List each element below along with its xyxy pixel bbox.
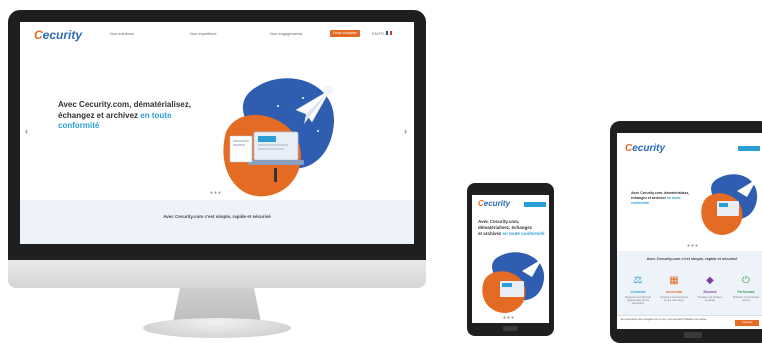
- monitor-stand-base: [143, 318, 291, 338]
- feature-text: Accédez à vos documents où que vous soye…: [660, 296, 688, 302]
- feature-conforme: ⚖ Conforme Respectez la conformité régle…: [623, 275, 653, 305]
- power-icon: ⏻: [742, 275, 750, 286]
- cookie-accept-button[interactable]: J'accepte: [735, 320, 759, 326]
- hero-highlight: en toute: [140, 110, 172, 120]
- feature-accessible: ▦ Accessible Accédez à vos documents où …: [659, 275, 689, 302]
- desktop-logo[interactable]: Cecurity: [34, 28, 82, 42]
- monitor-chin: [8, 260, 426, 288]
- hero-line-1: Avec Cecurity.com, dématérialisez,: [58, 100, 191, 109]
- phone-hero-heading: Avec Cecurity.com, dématérialisez, échan…: [478, 219, 546, 237]
- tablet-logo[interactable]: Cecurity: [625, 143, 665, 154]
- tablet-home-button[interactable]: [684, 332, 702, 338]
- carousel-prev-arrow[interactable]: ‹: [25, 126, 28, 136]
- tablet-carousel-dots[interactable]: ●●●: [687, 243, 699, 249]
- feature-text: Respectez la conformité réglementaire de…: [625, 296, 651, 305]
- desktop-screen: Cecurity Nos solutions Nos expertises No…: [20, 22, 414, 244]
- tablet-menu-button[interactable]: [738, 146, 760, 151]
- feature-text: Optimisez vos processus métiers: [732, 296, 760, 302]
- feature-label: Sécurisé: [703, 290, 717, 294]
- building-icon: ▦: [669, 275, 679, 286]
- feature-label: Conforme: [630, 290, 646, 294]
- contact-button[interactable]: Nous contacter: [330, 30, 360, 37]
- balance-icon: ⚖: [633, 275, 643, 286]
- nav-item-solutions[interactable]: Nos solutions: [110, 31, 134, 36]
- desktop-monitor: Cecurity Nos solutions Nos expertises No…: [8, 10, 426, 338]
- hero-illustration: [223, 78, 335, 197]
- language-switch[interactable]: EN/FR: [372, 31, 384, 36]
- carousel-dots[interactable]: ●●●: [210, 190, 222, 196]
- monitor-stand-neck: [173, 288, 261, 322]
- nav-item-expertises[interactable]: Nos expertises: [190, 31, 216, 36]
- phone-logo[interactable]: Cecurity: [478, 199, 510, 208]
- person-figure: [274, 168, 277, 182]
- feature-performant: ⏻ Performant Optimisez vos processus mét…: [731, 275, 761, 302]
- desktop-navbar: Cecurity Nos solutions Nos expertises No…: [20, 22, 414, 48]
- feature-text: Protégez vos données sensibles: [698, 296, 722, 302]
- feature-label: Accessible: [665, 290, 683, 294]
- nav-item-engagements[interactable]: Nos engagements: [270, 31, 302, 36]
- feature-securise: ◆ Sécurisé Protégez vos données sensible…: [695, 275, 725, 302]
- desktop-hero-heading: Avec Cecurity.com, dématérialisez, échan…: [58, 100, 208, 132]
- box-icon: ◆: [706, 275, 714, 286]
- document-card: [229, 135, 253, 163]
- logo-text: Cecurity: [478, 199, 511, 208]
- desktop-tagline-band: Avec Cecurity.com c'est simple, rapide e…: [20, 200, 414, 244]
- desktop-tagline: Avec Cecurity.com c'est simple, rapide e…: [163, 214, 271, 219]
- phone-hero-illustration: [482, 252, 545, 313]
- rocket-icon: [323, 85, 333, 95]
- phone-carousel-dots[interactable]: ●●●: [503, 315, 515, 321]
- cookie-banner: En poursuivant votre navigation sur ce s…: [617, 315, 762, 329]
- tablet-device: Cecurity Avec Cecurity.com, dématérialis…: [610, 121, 762, 343]
- phone-menu-button[interactable]: [524, 202, 546, 207]
- logo-text: Cecurity: [625, 143, 666, 154]
- phone-hero-line-3: et archivez: [478, 231, 502, 236]
- phone-hero-highlight: en toute conformité: [502, 231, 545, 236]
- hero-highlight-2: conformité: [58, 121, 100, 130]
- phone-device: Cecurity Avec Cecurity.com, dématérialis…: [467, 183, 554, 336]
- tablet-hero-illustration: [701, 174, 758, 235]
- phone-screen: Cecurity Avec Cecurity.com, dématérialis…: [472, 195, 549, 323]
- cookie-text: En poursuivant votre navigation sur ce s…: [621, 318, 708, 321]
- phone-home-button[interactable]: [503, 326, 518, 331]
- tablet-hero-line-2: échangez et archivez: [631, 196, 667, 200]
- tablet-tagline: Avec Cecurity.com c'est simple, rapide e…: [646, 257, 738, 261]
- tablet-screen: Cecurity Avec Cecurity.com, dématérialis…: [617, 133, 762, 329]
- flag-icon[interactable]: [386, 31, 392, 35]
- hero-line-2: échangez et archivez: [58, 110, 139, 120]
- laptop-base: [248, 160, 304, 165]
- feature-label: Performant: [737, 290, 755, 294]
- tablet-hero-heading: Avec Cecurity.com, dématérialisez, échan…: [631, 191, 693, 206]
- logo-text: Cecurity: [34, 28, 83, 42]
- carousel-next-arrow[interactable]: ›: [404, 126, 407, 136]
